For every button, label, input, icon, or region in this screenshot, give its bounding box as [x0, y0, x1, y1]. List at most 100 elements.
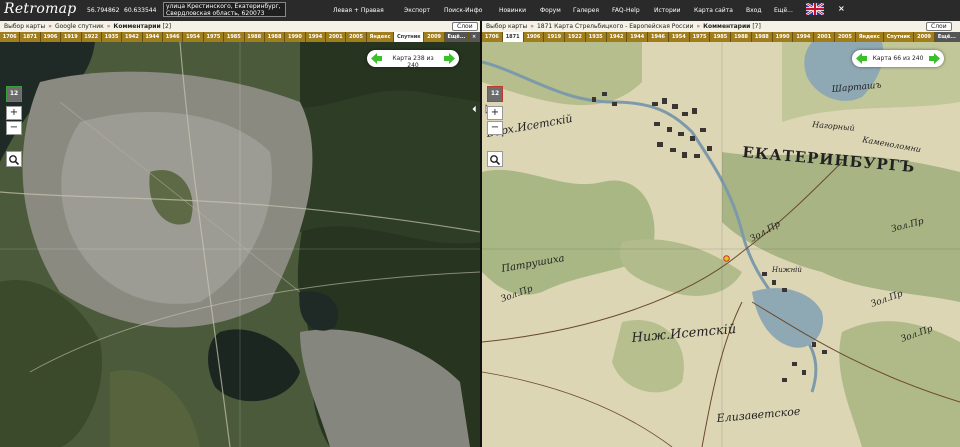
left-crumb-root[interactable]: Выбор карты: [4, 23, 45, 30]
right-counter-text: Карта 66 из 240: [872, 55, 924, 62]
year-tab[interactable]: 1988: [244, 32, 265, 42]
year-tab[interactable]: Ещё...: [444, 32, 470, 42]
left-zoom-level: 12: [6, 86, 22, 102]
year-tab[interactable]: 1994: [793, 32, 815, 42]
prev-arrow-icon[interactable]: [371, 53, 382, 64]
year-tab[interactable]: ×: [469, 32, 480, 42]
left-comments-count: [2]: [162, 23, 172, 30]
label-nizhny: Нижнiй: [771, 266, 802, 274]
right-pane-header: Выбор карты» 1871 Карта Стрельбицкого - Е…: [482, 21, 960, 32]
year-tab[interactable]: 1944: [142, 32, 163, 42]
right-map-counter: Карта 66 из 240: [852, 50, 944, 67]
right-zoom-out-button[interactable]: −: [487, 121, 503, 135]
year-tab[interactable]: 1990: [285, 32, 306, 42]
menu-search-info[interactable]: Поиск-Инфо: [444, 7, 482, 14]
left-crumb-comments[interactable]: Комментарии: [113, 23, 160, 30]
year-tab[interactable]: Спутник: [394, 32, 425, 42]
menu-sitemap[interactable]: Карта сайта: [694, 7, 733, 14]
left-zoom-in-button[interactable]: +: [6, 106, 22, 120]
year-tab[interactable]: 2001: [814, 32, 836, 42]
year-tab[interactable]: 1988: [731, 32, 752, 42]
year-tab[interactable]: 1922: [565, 32, 586, 42]
year-tab[interactable]: 1935: [101, 32, 123, 42]
year-tab[interactable]: 1871: [20, 32, 41, 42]
year-tab[interactable]: Ещё...: [934, 32, 960, 42]
left-pane-header: Выбор карты» Google спутник» Комментарии […: [0, 21, 480, 32]
uk-flag-icon[interactable]: [806, 3, 824, 15]
latitude-readout: 56.794862: [87, 7, 120, 14]
left-layers-button[interactable]: Слои: [452, 22, 478, 31]
pane-divider[interactable]: [480, 21, 482, 447]
year-tab[interactable]: 1706: [482, 32, 503, 42]
right-year-strip: 1706 1871 1906 1919 1922 1935 1942 1944 1946 1954…: [482, 32, 960, 42]
right-zoom-in-button[interactable]: +: [487, 106, 503, 120]
year-tab[interactable]: 1906: [523, 32, 545, 42]
right-layers-button[interactable]: Слои: [926, 22, 952, 31]
year-tab[interactable]: 1919: [61, 32, 82, 42]
year-tab[interactable]: 1975: [203, 32, 225, 42]
menu-more[interactable]: Ещё...: [774, 7, 793, 14]
left-year-strip: 1706 1871 1906 1919 1922 1935 1942 1944 1946 1954…: [0, 32, 480, 42]
year-tab[interactable]: 1985: [224, 32, 245, 42]
year-tab[interactable]: 2001: [326, 32, 347, 42]
year-tab[interactable]: 2009: [424, 32, 445, 42]
location-marker-icon: [723, 247, 730, 262]
year-tab[interactable]: 1946: [163, 32, 184, 42]
year-tab[interactable]: 1975: [689, 32, 711, 42]
year-tab[interactable]: 1922: [81, 32, 102, 42]
year-tab[interactable]: 2005: [835, 32, 856, 42]
address-line-1: улица Крестинского, Екатеринбург,: [166, 3, 281, 10]
close-icon[interactable]: ×: [838, 4, 845, 13]
year-tab[interactable]: 1919: [544, 32, 566, 42]
left-search-button[interactable]: [6, 151, 22, 167]
menu-left-right[interactable]: Левая + Правая: [333, 7, 384, 14]
year-tab[interactable]: 1946: [648, 32, 669, 42]
left-crumb-map[interactable]: Google спутник: [55, 23, 104, 30]
menu-stories[interactable]: Истории: [654, 7, 681, 14]
year-tab[interactable]: 1954: [668, 32, 690, 42]
year-tab[interactable]: 1871: [502, 32, 524, 42]
menu-news[interactable]: Новинки: [499, 7, 526, 14]
year-tab[interactable]: 1944: [627, 32, 649, 42]
year-tab[interactable]: 2005: [346, 32, 367, 42]
left-counter-text: Карта 238 из 240: [392, 55, 434, 69]
prev-arrow-icon[interactable]: [856, 53, 867, 64]
year-tab[interactable]: 1942: [606, 32, 628, 42]
right-crumb-root[interactable]: Выбор карты: [486, 23, 527, 30]
year-tab[interactable]: 1988: [264, 32, 286, 42]
year-tab[interactable]: 1935: [585, 32, 607, 42]
year-tab[interactable]: 1988: [751, 32, 773, 42]
year-tab[interactable]: 1985: [710, 32, 732, 42]
right-crumb-comments[interactable]: Комментарии: [703, 23, 750, 30]
year-tab[interactable]: Спутник: [883, 32, 915, 42]
logo[interactable]: Retromap: [4, 1, 77, 17]
year-tab[interactable]: Яндекс: [366, 32, 395, 42]
crumb-separator-icon: »: [696, 23, 701, 30]
menu-export[interactable]: Экспорт: [404, 7, 430, 14]
year-tab[interactable]: 1954: [183, 32, 204, 42]
right-historical-map[interactable]: ЕКАТЕРИНБУРГЪ Нагорный Каменоломни Зол.П…: [482, 42, 960, 447]
menu-gallery[interactable]: Галерея: [573, 7, 599, 14]
crumb-separator-icon: »: [530, 23, 534, 30]
crumb-separator-icon: »: [48, 23, 52, 30]
next-arrow-icon[interactable]: [444, 53, 455, 64]
next-arrow-icon[interactable]: [929, 53, 940, 64]
menu-login[interactable]: Вход: [746, 7, 762, 14]
left-zoom-out-button[interactable]: −: [6, 121, 22, 135]
year-tab[interactable]: 1706: [0, 32, 21, 42]
year-tab[interactable]: 1942: [122, 32, 143, 42]
menu-forum[interactable]: Форум: [540, 7, 561, 14]
year-tab[interactable]: 1990: [772, 32, 794, 42]
left-satellite-map[interactable]: [0, 42, 480, 447]
address-field[interactable]: улица Крестинского, Екатеринбург, Свердл…: [163, 2, 286, 17]
right-crumb-map[interactable]: 1871 Карта Стрельбицкого - Европейская Р…: [537, 23, 693, 30]
year-tab[interactable]: Яндекс: [855, 32, 884, 42]
search-icon: [490, 155, 501, 166]
crumb-separator-icon: »: [106, 23, 111, 30]
year-tab[interactable]: 1994: [305, 32, 326, 42]
longitude-readout: 60.633544: [124, 7, 157, 14]
year-tab[interactable]: 1906: [40, 32, 62, 42]
year-tab[interactable]: 2009: [914, 32, 935, 42]
menu-faq-help[interactable]: FAQ-Help: [612, 7, 640, 14]
right-search-button[interactable]: [487, 151, 503, 167]
